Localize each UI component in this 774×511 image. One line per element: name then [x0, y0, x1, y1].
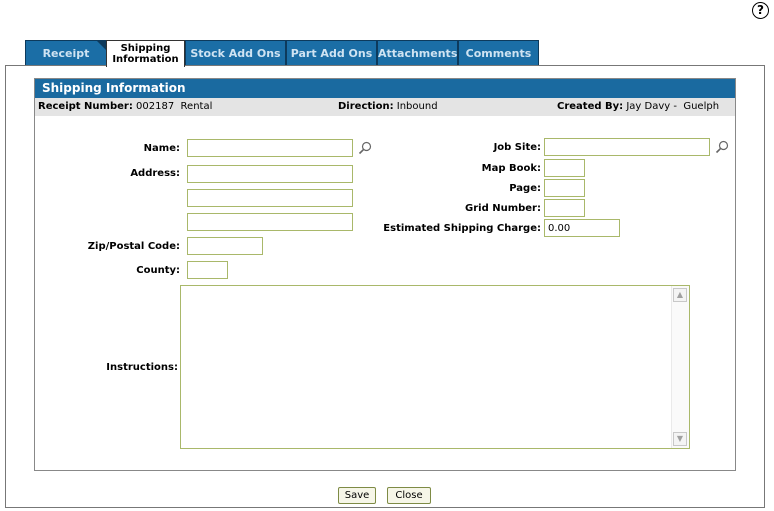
tab-receipt-label: Receipt [42, 47, 90, 60]
county-field[interactable] [187, 261, 228, 279]
zip-field[interactable] [187, 237, 263, 255]
instructions-label: Instructions: [106, 362, 178, 373]
address-line-1-field[interactable] [187, 165, 353, 183]
section-title: Shipping Information [35, 79, 735, 98]
address-line-3-field[interactable] [187, 213, 353, 231]
receipt-number-label: Receipt Number: [38, 101, 133, 112]
name-field[interactable] [187, 139, 353, 157]
shipping-charge-label: Estimated Shipping Charge: [383, 223, 541, 234]
scroll-down-icon[interactable]: ▼ [673, 432, 687, 446]
zip-label: Zip/Postal Code: [87, 241, 180, 252]
county-label: County: [136, 265, 180, 276]
direction-label: Direction: [338, 101, 394, 112]
address-label: Address: [130, 168, 180, 179]
page-label: Page: [509, 183, 541, 194]
tab-stock-add-ons[interactable]: Stock Add Ons [185, 40, 286, 65]
magnifier-icon[interactable] [358, 141, 372, 155]
direction: Direction: Inbound [338, 98, 438, 116]
shipping-charge-field[interactable] [544, 219, 620, 237]
created-by-value: Jay Davy - Guelph [626, 101, 720, 112]
receipt-number-value: 002187 Rental [136, 101, 213, 112]
tab-shipping-information[interactable]: Shipping Information [106, 40, 185, 67]
tab-fold-decoration [96, 40, 106, 50]
help-icon[interactable]: ? [752, 2, 769, 19]
tab-attachments[interactable]: Attachments [377, 40, 458, 65]
magnifier-icon[interactable] [715, 140, 729, 154]
name-label: Name: [143, 143, 180, 154]
job-site-field[interactable] [544, 138, 710, 156]
job-site-label: Job Site: [493, 142, 541, 153]
tab-part-add-ons[interactable]: Part Add Ons [286, 40, 377, 65]
created-by: Created By: Jay Davy - Guelph [557, 98, 719, 116]
scroll-up-icon[interactable]: ▲ [673, 288, 687, 302]
map-book-label: Map Book: [481, 163, 541, 174]
address-line-2-field[interactable] [187, 189, 353, 207]
tab-receipt[interactable]: Receipt [25, 40, 107, 65]
tab-shipping-label-2: Information [112, 54, 179, 65]
save-button[interactable]: Save [338, 487, 376, 504]
tab-stock-label: Stock Add Ons [190, 47, 281, 60]
map-book-field[interactable] [544, 159, 585, 177]
tab-part-label: Part Add Ons [290, 47, 373, 60]
tab-shipping-label-1: Shipping [120, 43, 171, 54]
grid-number-field[interactable] [544, 199, 585, 217]
instructions-textarea[interactable] [180, 285, 690, 449]
grid-number-label: Grid Number: [465, 203, 541, 214]
page-field[interactable] [544, 179, 585, 197]
tab-attachments-label: Attachments [378, 47, 458, 60]
receipt-number: Receipt Number: 002187 Rental [38, 98, 212, 116]
receipt-info-bar: Receipt Number: 002187 Rental Direction:… [35, 98, 735, 116]
close-button[interactable]: Close [387, 487, 431, 504]
direction-value: Inbound [396, 101, 438, 112]
tab-comments[interactable]: Comments [458, 40, 539, 65]
tab-comments-label: Comments [465, 47, 532, 60]
instructions-scrollbar[interactable] [671, 286, 689, 448]
created-by-label: Created By: [557, 101, 624, 112]
